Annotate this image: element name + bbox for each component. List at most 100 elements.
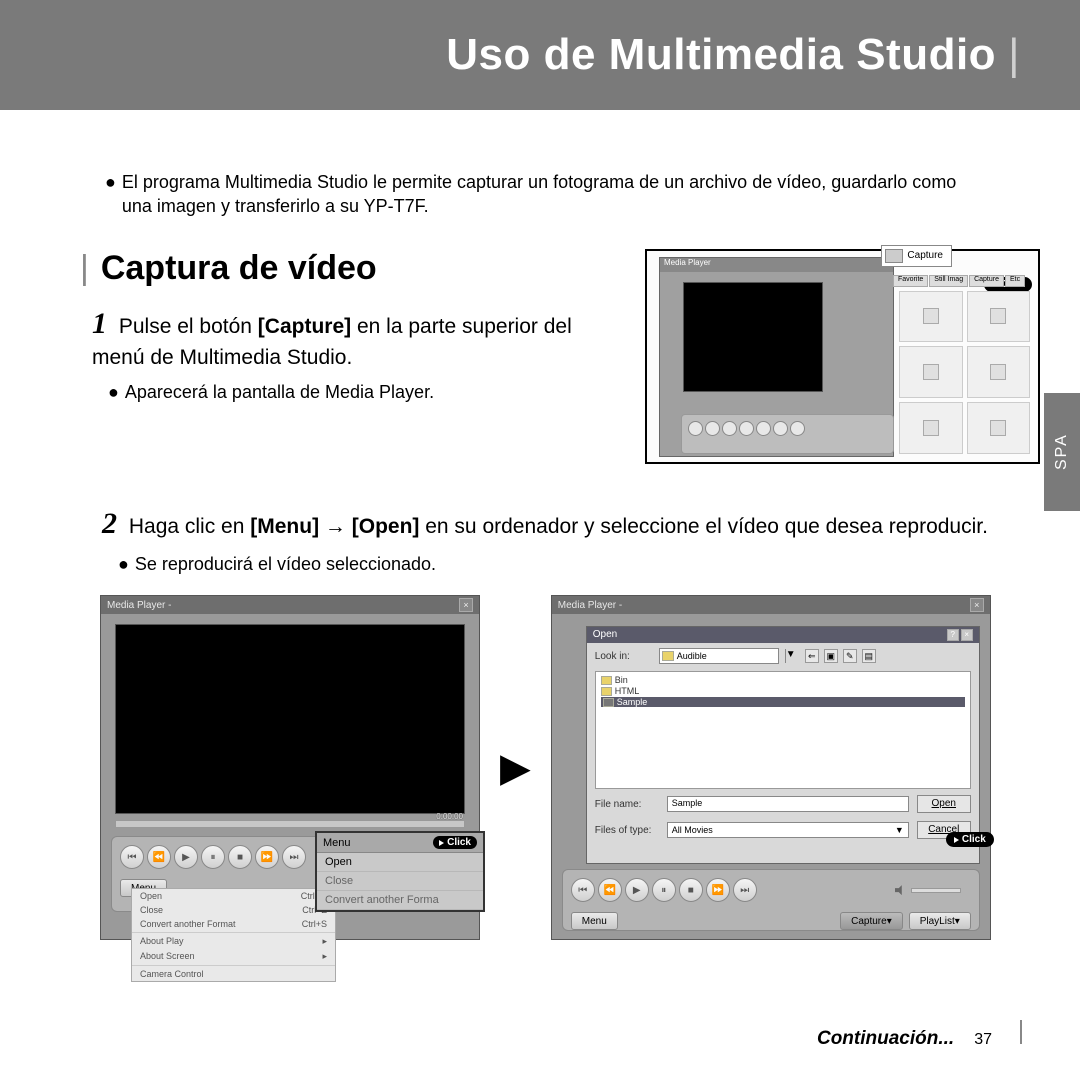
mini-tab[interactable]: Still Imag [929,275,968,287]
callout-open[interactable]: Open [317,853,483,872]
pause-button[interactable]: ⏸ [652,878,676,902]
skip-back-button[interactable]: ⏮ [120,845,144,869]
page-header: Uso de Multimedia Studio| [0,0,1080,110]
control-panel: ⏮ ⏪ ▶ ⏸ ■ ⏩ ⏭ Menu Capture ▾ PlayList ▾ [562,869,980,931]
volume-control[interactable] [895,878,971,902]
file-item[interactable]: Bin [601,675,965,685]
seek-track[interactable] [115,820,465,828]
close-icon[interactable]: × [459,598,473,612]
filetype-select[interactable]: All Movies▼ [667,822,909,838]
cursor-icon [954,837,959,843]
file-item-selected[interactable]: Sample [601,697,965,707]
skip-fwd-button[interactable]: ⏭ [733,878,757,902]
rewind-button[interactable]: ⏪ [598,878,622,902]
media-player-window-left: Media Player - × 0:00:00 ⏮ ⏪ ▶ ⏸ ■ ⏩ ⏭ M… [100,595,480,940]
dialog-close-icon[interactable]: × [961,629,973,641]
filetype-label: Files of type: [595,825,659,836]
media-player-window-right: Media Player - × Open ?× Look in: Audibl… [551,595,991,940]
skip-back-button[interactable]: ⏮ [571,878,595,902]
titlebar: Media Player - × [101,596,479,614]
intro-text: El programa Multimedia Studio le permite… [122,170,990,219]
thumb-cell[interactable] [899,346,963,398]
mini-tab[interactable]: Capture [969,275,1004,287]
menu-item-open[interactable]: OpenCtrl+O [132,889,335,903]
fastfwd-button[interactable]: ⏩ [706,878,730,902]
thumb-cell[interactable] [967,346,1031,398]
stop-button[interactable]: ■ [228,845,252,869]
mini-tabs: Favorite Still Imag Capture Etc [893,275,1032,289]
thumb-cell[interactable] [967,402,1031,454]
playlist-button[interactable]: PlayList ▾ [909,912,971,930]
capture-button[interactable]: Capture ▾ [840,912,903,930]
page-footer: Continuación... 37 [817,1020,1022,1050]
continuation-label: Continuación... [817,1028,954,1050]
mini-rew-button[interactable] [705,421,720,436]
play-button[interactable]: ▶ [174,845,198,869]
mini-player-title: Media Player [660,258,893,272]
view-menu-icon[interactable]: ▤ [862,649,876,663]
step2-sub: ●Se reproducirá el vídeo seleccionado. [118,554,1000,575]
skip-fwd-button[interactable]: ⏭ [282,845,306,869]
intro-paragraph: ●El programa Multimedia Studio le permit… [0,110,1080,229]
mini-play-button[interactable] [722,421,737,436]
filename-label: File name: [595,799,659,810]
new-folder-icon[interactable]: ✎ [843,649,857,663]
media-icon [990,308,1006,324]
up-folder-icon[interactable]: ▣ [824,649,838,663]
mini-tab[interactable]: Etc [1005,275,1025,287]
menu-callout: Menu Click Open Close Convert another Fo… [315,831,485,912]
play-button[interactable]: ▶ [625,878,649,902]
rewind-button[interactable]: ⏪ [147,845,171,869]
menu-item-aboutplay[interactable]: About Play▸ [132,934,335,949]
dropdown-arrow-icon[interactable]: ▼ [785,649,795,663]
section-heading: |Captura de vídeo [80,249,627,288]
stop-button[interactable]: ■ [679,878,703,902]
mini-stop-button[interactable] [756,421,771,436]
click-badge: Click [946,832,994,847]
footer-divider [1020,1020,1022,1044]
step-2: 2 Haga clic en [Menu] → [Open] en su ord… [102,504,1000,545]
pause-button[interactable]: ⏸ [201,845,225,869]
close-icon[interactable]: × [970,598,984,612]
arrow-right-icon: ▶ [500,745,531,791]
menu-item-convert[interactable]: Convert another FormatCtrl+S [132,917,335,931]
menu-item-close[interactable]: CloseCtrl+Z [132,903,335,917]
fastfwd-button[interactable]: ⏩ [255,845,279,869]
folder-icon [601,687,612,696]
mini-pause-button[interactable] [739,421,754,436]
step-number-1: 1 [92,307,107,340]
thumb-cell[interactable] [899,291,963,343]
callout-close[interactable]: Close [317,872,483,891]
click-badge: Click [433,836,477,849]
folder-icon [601,676,612,685]
file-list[interactable]: Bin HTML Sample [595,671,971,789]
thumb-cell[interactable] [899,402,963,454]
folder-icon [662,651,674,661]
back-icon[interactable]: ⇐ [805,649,819,663]
help-icon[interactable]: ? [947,629,959,641]
file-item[interactable]: HTML [601,686,965,696]
lookin-select[interactable]: Audible [659,648,779,664]
mini-next-button[interactable] [790,421,805,436]
mini-tab[interactable]: Favorite [893,275,928,287]
media-icon [990,420,1006,436]
open-button[interactable]: Open [917,795,971,813]
media-icon [923,308,939,324]
thumb-cell[interactable] [967,291,1031,343]
capture-callout: Capture [881,245,952,267]
mini-thumbnail-grid [899,291,1030,454]
mini-prev-button[interactable] [688,421,703,436]
callout-convert[interactable]: Convert another Forma [317,891,483,910]
step-number-2: 2 [102,507,117,540]
menu-item-aboutscreen[interactable]: About Screen▸ [132,949,335,964]
mini-player-window: Media Player [659,257,894,457]
step1-sub: ●Aparecerá la pantalla de Media Player. [108,382,627,403]
mini-video-area [683,282,823,392]
menu-item-camera[interactable]: Camera Control [132,967,335,981]
filename-input[interactable]: Sample [667,796,909,812]
mini-fwd-button[interactable] [773,421,788,436]
media-icon [923,420,939,436]
menu-dropdown: OpenCtrl+O CloseCtrl+Z Convert another F… [131,888,336,982]
mini-controls [681,414,894,454]
menu-button[interactable]: Menu [571,912,618,930]
